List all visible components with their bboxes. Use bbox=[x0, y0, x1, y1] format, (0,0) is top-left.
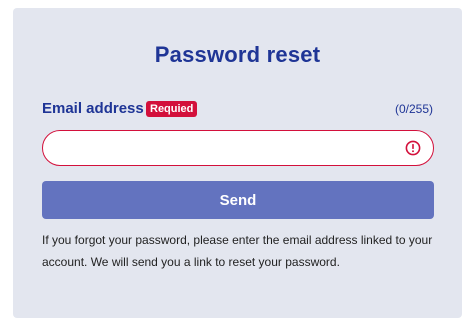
email-input-wrapper[interactable] bbox=[42, 130, 434, 166]
email-label: Email address bbox=[42, 100, 144, 117]
character-counter: (0/255) bbox=[394, 102, 433, 116]
send-button[interactable]: Send bbox=[42, 181, 434, 219]
help-text: If you forgot your password, please ente… bbox=[42, 233, 433, 269]
password-reset-card: Password reset Email address Requied (0/… bbox=[13, 8, 462, 318]
exclamation-circle-icon bbox=[405, 140, 421, 156]
email-label-row: Email address Requied (0/255) bbox=[42, 100, 433, 118]
email-input[interactable] bbox=[57, 131, 397, 165]
required-badge: Requied bbox=[146, 101, 198, 117]
page-title: Password reset bbox=[154, 42, 321, 67]
